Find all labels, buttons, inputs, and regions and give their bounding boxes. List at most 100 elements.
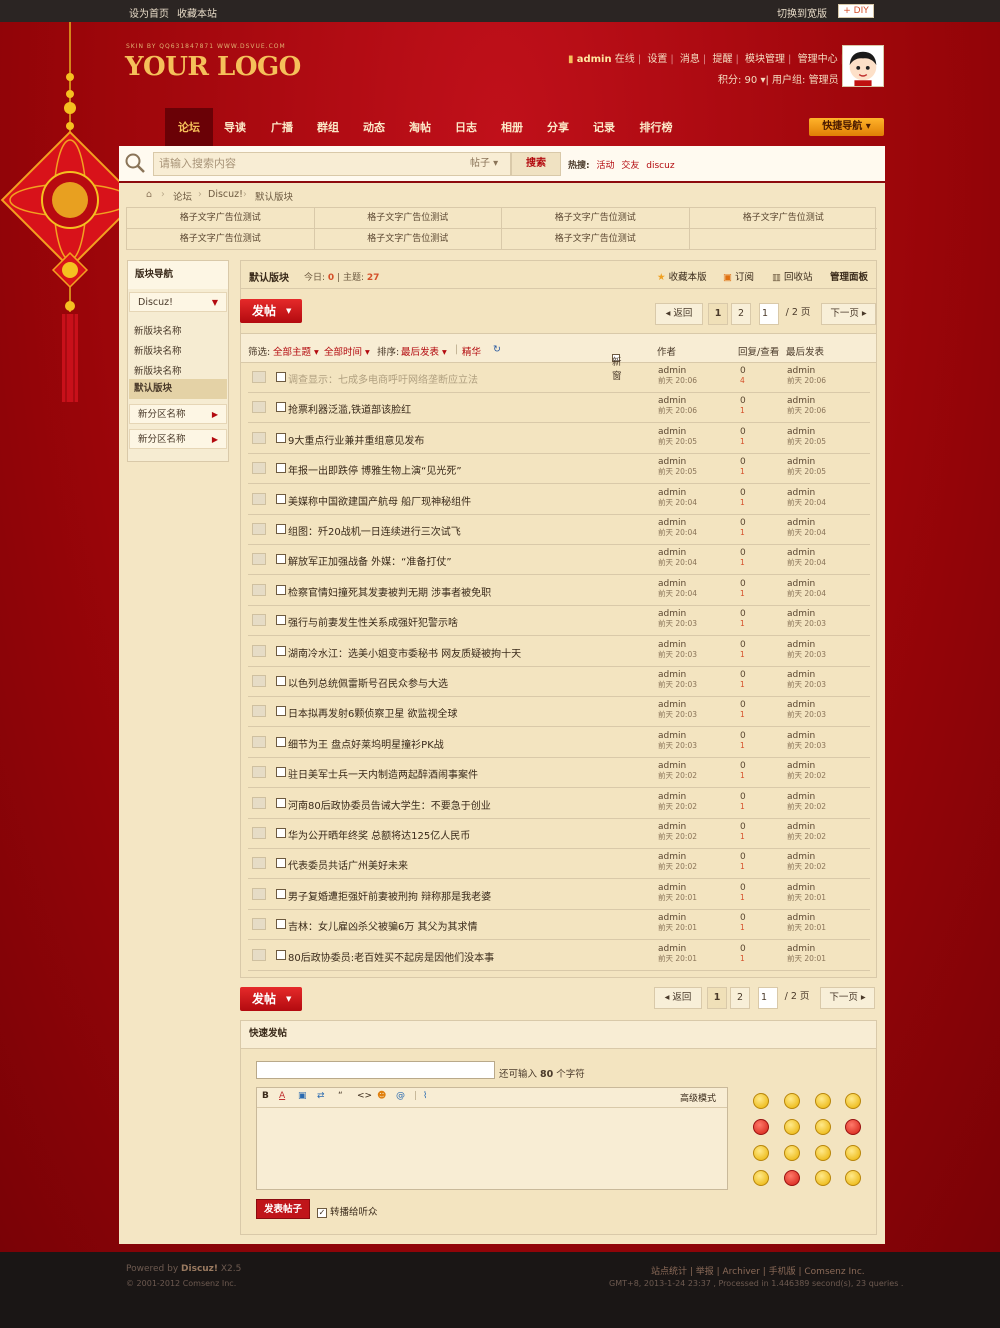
thread-title[interactable]: 细节为王 盘点好莱坞明星撞衫PK战 xyxy=(288,736,444,751)
bold-icon[interactable]: B xyxy=(262,1091,269,1101)
sort-last-post[interactable]: 最后发表 ▾ xyxy=(401,344,447,358)
sidebar-item-default[interactable]: 默认版块 xyxy=(129,379,227,399)
thread-author[interactable]: admin 前天 20:02 xyxy=(658,852,697,872)
thread-author[interactable]: admin 前天 20:01 xyxy=(658,883,697,903)
table-row[interactable]: 河南80后政协委员告诫大学生：不要急于创业 admin 前天 20:02 0 1 admi… xyxy=(248,789,870,819)
at-icon[interactable]: @ xyxy=(396,1091,405,1101)
table-row[interactable]: 细节为王 盘点好莱坞明星撞衫PK战 admin 前天 20:03 0 1 admin 前天 … xyxy=(248,728,870,758)
thread-last-post[interactable]: admin 前天 20:02 xyxy=(787,792,826,812)
smiley-icon[interactable] xyxy=(784,1170,800,1186)
thread-author[interactable]: admin 前天 20:04 xyxy=(658,579,697,599)
breadcrumb-current[interactable]: 默认版块 xyxy=(255,189,293,203)
page-2[interactable]: 2 xyxy=(730,987,750,1009)
quick-nav-button[interactable]: 快捷导航 ▾ xyxy=(809,118,884,136)
thread-author[interactable]: admin 前天 20:03 xyxy=(658,640,697,660)
back-button[interactable]: ◂ 返回 xyxy=(655,303,703,325)
thread-author[interactable]: admin 前天 20:02 xyxy=(658,822,697,842)
manage-panel-button[interactable]: 管理面板 xyxy=(830,269,868,283)
smiley-icon[interactable] xyxy=(845,1119,861,1135)
table-row[interactable]: 湖南冷水江：选美小姐变市委秘书 网友质疑被拘十天 admin 前天 20:03 0 1 a… xyxy=(248,637,870,667)
thread-checkbox[interactable] xyxy=(276,372,286,382)
sidebar-item-forum[interactable]: 新版块名称 xyxy=(134,363,182,377)
smiley-icon[interactable] xyxy=(784,1119,800,1135)
thread-checkbox[interactable] xyxy=(276,919,286,930)
table-row[interactable]: 以色列总统佩雷斯号召民众参与大选 admin 前天 20:03 0 1 admin 前天 2… xyxy=(248,667,870,697)
thread-author[interactable]: admin 前天 20:05 xyxy=(658,427,697,447)
set-home-link[interactable]: 设为首页 xyxy=(129,9,169,20)
smiley-icon[interactable] xyxy=(753,1119,769,1135)
thread-author[interactable]: admin 前天 20:03 xyxy=(658,731,697,751)
next-page-button[interactable]: 下一页 ▸ xyxy=(821,303,876,325)
thread-last-post[interactable]: admin 前天 20:03 xyxy=(787,640,826,660)
thread-title[interactable]: 驻日美军士兵一天内制造两起醉酒闹事案件 xyxy=(288,766,478,781)
table-row[interactable]: 80后政协委员:老百姓买不起房是因他们没本事 admin 前天 20:01 0 1 adm… xyxy=(248,941,870,971)
thread-last-post[interactable]: admin 前天 20:03 xyxy=(787,670,826,690)
points-dropdown[interactable]: 积分: 90 ▾ xyxy=(718,75,765,86)
thread-last-post[interactable]: admin 前天 20:01 xyxy=(787,944,826,964)
smiley-icon[interactable] xyxy=(845,1170,861,1186)
smiley-icon[interactable] xyxy=(845,1093,861,1109)
online-status[interactable]: 在线 xyxy=(615,54,635,65)
thread-title[interactable]: 吉林：女儿雇凶杀父被骗6万 其父为其求情 xyxy=(288,918,478,933)
thread-last-post[interactable]: admin 前天 20:03 xyxy=(787,609,826,629)
smiley-icon[interactable] xyxy=(815,1093,831,1109)
thread-checkbox[interactable] xyxy=(276,463,286,474)
nav-blog[interactable]: 日志 xyxy=(446,108,486,146)
thread-title[interactable]: 解放军正加强战备 外媒：“准备打仗” xyxy=(288,553,452,568)
text-ad[interactable]: 格子文字广告位测试 xyxy=(127,208,315,229)
table-row[interactable]: 吉林：女儿雇凶杀父被骗6万 其父为其求情 admin 前天 20:01 0 1 admin… xyxy=(248,910,870,941)
table-row[interactable]: 检察官情妇撞死其发妻被判无期 涉事者被免职 admin 前天 20:04 0 1 admi… xyxy=(248,576,870,606)
thread-checkbox[interactable] xyxy=(276,524,286,534)
thread-author[interactable]: admin 前天 20:06 xyxy=(658,396,697,416)
thread-title[interactable]: 以色列总统佩雷斯号召民众参与大选 xyxy=(288,675,448,690)
page-jump-input[interactable]: 1 xyxy=(759,303,779,325)
table-row[interactable]: 9大重点行业兼并重组意见发布 admin 前天 20:05 0 1 admin 前天 20:… xyxy=(248,424,870,454)
subscribe-button[interactable]: ▣ 订阅 xyxy=(723,269,754,283)
username-link[interactable]: admin xyxy=(577,54,612,65)
search-button[interactable]: 搜索 xyxy=(511,152,561,176)
table-row[interactable]: 美媒称中国欲建国产航母 船厂现神秘组件 admin 前天 20:04 0 1 admin 前… xyxy=(248,485,870,515)
breadcrumb-forum[interactable]: 论坛 xyxy=(173,189,192,203)
message-editor[interactable]: B A ▣ ⇄ “ <> ☻ @ | ⌇ 高级模式 xyxy=(256,1087,728,1190)
thread-last-post[interactable]: admin 前天 20:03 xyxy=(787,700,826,720)
table-row[interactable]: 男子复婚遭拒强奸前妻被刑拘 辩称那是我老婆 admin 前天 20:01 0 1 admi… xyxy=(248,880,870,910)
nav-collections[interactable]: 淘帖 xyxy=(400,108,440,146)
footer-links[interactable]: 站点统计 | 举报 | Archiver | 手机版 | Comsenz Inc… xyxy=(651,1264,865,1277)
table-row[interactable]: 日本拟再发射6颗侦察卫星 欲监视全球 admin 前天 20:03 0 1 admin 前天… xyxy=(248,697,870,728)
refresh-icon[interactable]: ↻ xyxy=(493,344,501,355)
thread-title[interactable]: 代表委员共话广州美好未来 xyxy=(288,857,408,872)
thread-author[interactable]: admin 前天 20:03 xyxy=(658,700,697,720)
site-logo[interactable]: YOUR LOGO xyxy=(125,52,301,82)
hot-item[interactable]: 交友 xyxy=(621,161,639,171)
hot-item[interactable]: 活动 xyxy=(596,161,614,171)
thread-last-post[interactable]: admin 前天 20:02 xyxy=(787,761,826,781)
smiley-icon[interactable] xyxy=(753,1145,769,1161)
admin-center-link[interactable]: 管理中心 xyxy=(798,54,838,65)
smiley-icon[interactable] xyxy=(784,1093,800,1109)
sidebar-item-forum[interactable]: 新版块名称 xyxy=(134,343,182,357)
filter-all-topics[interactable]: 全部主题 ▾ xyxy=(273,344,319,358)
filter-all-time[interactable]: 全部时间 ▾ xyxy=(324,344,370,358)
table-row[interactable]: 抢票利器泛滥,铁道部该脸红 admin 前天 20:06 0 1 admin 前天 20:0… xyxy=(248,393,870,424)
smiley-icon[interactable] xyxy=(753,1093,769,1109)
new-thread-button[interactable]: 发帖 ▼ xyxy=(240,299,302,323)
table-row[interactable]: 组图：歼20战机一日连续进行三次试飞 admin 前天 20:04 0 1 admin 前天… xyxy=(248,515,870,545)
thread-last-post[interactable]: admin 前天 20:04 xyxy=(787,518,826,538)
recycle-bin-button[interactable]: ▥ 回收站 xyxy=(772,269,813,283)
page-1[interactable]: 1 xyxy=(708,303,728,325)
thread-checkbox[interactable] xyxy=(276,888,286,899)
thread-author[interactable]: admin 前天 20:03 xyxy=(658,670,697,690)
thread-checkbox[interactable] xyxy=(276,736,286,747)
thread-checkbox[interactable] xyxy=(276,554,286,565)
table-row[interactable]: 强行与前妻发生性关系成强奸犯警示啥 admin 前天 20:03 0 1 admin 前天 … xyxy=(248,606,870,637)
nav-share[interactable]: 分享 xyxy=(538,108,578,146)
thread-author[interactable]: admin 前天 20:04 xyxy=(658,488,697,508)
next-page-button[interactable]: 下一页 ▸ xyxy=(820,987,875,1009)
diy-button[interactable]: + DIY xyxy=(838,4,874,18)
page-jump-input[interactable]: 1 xyxy=(758,987,778,1009)
thread-title[interactable]: 强行与前妻发生性关系成强奸犯警示啥 xyxy=(288,614,458,629)
table-row[interactable]: 调查显示：七成多电商呼吁网络垄断应立法 admin 前天 20:06 0 4 admin 前… xyxy=(248,363,870,393)
nav-guide[interactable]: 导读 xyxy=(215,108,255,146)
smiley-icon[interactable] xyxy=(784,1145,800,1161)
subject-input[interactable] xyxy=(256,1061,495,1079)
